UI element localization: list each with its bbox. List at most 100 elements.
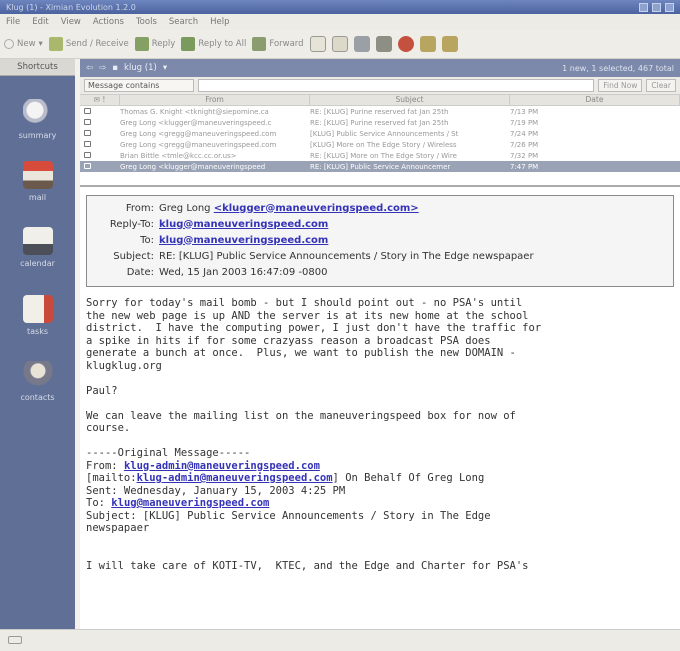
reply-to-link[interactable]: klug@maneuveringspeed.com: [159, 219, 328, 230]
new-message-icon: [4, 38, 14, 49]
send-receive-button[interactable]: Send / Receive: [48, 36, 129, 51]
message-list-header: ✉ ! From Subject Date: [80, 95, 680, 106]
status-column-icon[interactable]: ✉ !: [80, 95, 120, 105]
envelope-icon: [84, 118, 91, 125]
menu-file[interactable]: File: [6, 17, 20, 27]
menu-tools[interactable]: Tools: [136, 17, 157, 27]
mailto-suffix: ] On Behalf Of Greg Long: [332, 472, 485, 484]
message-row[interactable]: Brian Bittle <tmle@kcc.cc.or.us> RE: [KL…: [80, 150, 680, 161]
header-subject: Subject: RE: [KLUG] Public Service Annou…: [97, 248, 663, 264]
calendar-icon: [22, 227, 53, 255]
message-date: 7/13 PM: [510, 107, 539, 116]
shortcuts-sidebar: Shortcuts summary mail calendar tasks co…: [0, 59, 75, 629]
message-subject: [KLUG] More on The Edge Story / Wireless: [310, 140, 457, 149]
message-from: Greg Long <gregg@maneuveringspeed.com: [120, 129, 277, 138]
message-row[interactable]: Greg Long <gregg@maneuveringspeed.com [K…: [80, 139, 680, 150]
sidebar-item-calendar[interactable]: calendar: [0, 227, 75, 268]
folder-name[interactable]: klug (1): [124, 63, 157, 73]
folder-bar: ⇦ ⇨ ▪ klug (1) ▾ 1 new, 1 selected, 467 …: [80, 59, 680, 77]
quoted-to-link[interactable]: klug@maneuveringspeed.com: [111, 497, 269, 509]
mailto-prefix: [mailto:: [86, 472, 137, 484]
find-now-button[interactable]: Find Now: [598, 79, 643, 92]
previous-icon[interactable]: [419, 35, 436, 52]
body-paragraph: We can leave the mailing list on the man…: [86, 409, 516, 435]
forward-label: Forward: [269, 38, 304, 49]
original-message-separator: -----Original Message-----: [86, 447, 251, 459]
menu-view[interactable]: View: [61, 17, 81, 27]
message-from: Greg Long <klugger@maneuveringspeed.c: [120, 118, 272, 127]
quoted-subject: Subject: [KLUG] Public Service Announcem…: [86, 509, 491, 535]
menu-edit[interactable]: Edit: [32, 17, 48, 27]
online-status-icon[interactable]: [8, 636, 22, 644]
sidebar-item-summary[interactable]: summary: [0, 99, 75, 140]
copy-icon[interactable]: [331, 35, 348, 52]
delete-icon[interactable]: [375, 35, 392, 52]
send-receive-label: Send / Receive: [65, 38, 129, 49]
message-date: 7/24 PM: [510, 129, 539, 138]
message-date: 7/19 PM: [510, 118, 539, 127]
date-column-header[interactable]: Date: [510, 95, 680, 105]
close-icon[interactable]: [665, 2, 674, 12]
envelope-icon: [84, 107, 91, 114]
sidebar-item-tasks[interactable]: tasks: [0, 295, 75, 336]
body-paragraph: I will take care of KOTI-TV, KTEC, and t…: [86, 559, 529, 572]
envelope-icon: [84, 140, 91, 147]
forward-button[interactable]: Forward: [252, 36, 304, 51]
search-bar: Message contains Find Now Clear: [80, 77, 680, 95]
reply-all-button[interactable]: Reply to All: [181, 36, 246, 51]
header-to: To: klug@maneuveringspeed.com: [97, 232, 663, 248]
message-row[interactable]: Greg Long <klugger@maneuveringspeed.c RE…: [80, 117, 680, 128]
menu-actions[interactable]: Actions: [93, 17, 124, 27]
search-mode-select[interactable]: Message contains: [84, 79, 194, 92]
quoted-from-label: From:: [86, 459, 124, 472]
from-column-header[interactable]: From: [120, 95, 310, 105]
reply-icon: [134, 36, 149, 51]
search-input[interactable]: [198, 79, 595, 92]
menu-help[interactable]: Help: [210, 17, 229, 27]
message-date: 7/26 PM: [510, 140, 539, 149]
stop-icon[interactable]: [397, 35, 414, 52]
next-icon[interactable]: [441, 35, 458, 52]
menu-search[interactable]: Search: [169, 17, 198, 27]
quoted-from-link[interactable]: klug-admin@maneuveringspeed.com: [124, 460, 320, 472]
reply-to-label: Reply-To:: [109, 218, 154, 230]
forward-arrow-icon[interactable]: ⇨: [99, 63, 106, 73]
quoted-sent: Sent: Wednesday, January 15, 2003 4:25 P…: [86, 484, 346, 497]
message-row[interactable]: Greg Long <gregg@maneuveringspeed.com [K…: [80, 128, 680, 139]
subject-label: Subject:: [113, 250, 154, 262]
subject-column-header[interactable]: Subject: [310, 95, 510, 105]
clear-button[interactable]: Clear: [646, 79, 676, 92]
back-arrow-icon[interactable]: ⇦: [86, 63, 93, 73]
sidebar-item-label: calendar: [20, 259, 55, 268]
message-date: 7:47 PM: [510, 162, 539, 171]
message-date: 7/32 PM: [510, 151, 539, 160]
quoted-to-label: To:: [86, 497, 112, 509]
sidebar-item-label: contacts: [20, 393, 55, 402]
to-link[interactable]: klug@maneuveringspeed.com: [159, 235, 328, 246]
message-subject: RE: [KLUG] More on The Edge Story / Wire: [310, 151, 457, 160]
from-email-link[interactable]: <klugger@maneuveringspeed.com>: [214, 203, 419, 214]
message-from: Greg Long <gregg@maneuveringspeed.com: [120, 140, 277, 149]
new-button[interactable]: New ▾: [4, 38, 43, 49]
print-icon[interactable]: [353, 35, 370, 52]
mailto-link[interactable]: klug-admin@maneuveringspeed.com: [137, 472, 333, 484]
message-row-selected[interactable]: Greg Long <klugger@maneuveringspeed RE: …: [80, 161, 680, 172]
move-icon[interactable]: [309, 35, 326, 52]
envelope-icon: [84, 129, 91, 136]
message-body: Sorry for today's mail bomb - but I shou…: [86, 297, 674, 572]
chevron-down-icon[interactable]: ▾: [39, 39, 43, 49]
envelope-icon: [84, 151, 91, 158]
toolbar: New ▾ Send / Receive Reply Reply to All …: [0, 29, 680, 59]
forward-icon: [252, 36, 267, 51]
maximize-icon[interactable]: [652, 2, 661, 12]
sidebar-item-mail[interactable]: mail: [0, 161, 75, 202]
chevron-down-icon[interactable]: ▾: [163, 63, 167, 73]
shortcuts-header[interactable]: Shortcuts: [0, 59, 75, 76]
minimize-icon[interactable]: [639, 2, 648, 12]
header-reply-to: Reply-To: klug@maneuveringspeed.com: [97, 216, 663, 232]
reply-button[interactable]: Reply: [134, 36, 175, 51]
contacts-icon: [22, 361, 53, 389]
message-row[interactable]: Thomas G. Knight <tknight@siepomine.ca R…: [80, 106, 680, 117]
sidebar-item-contacts[interactable]: contacts: [0, 361, 75, 402]
message-subject: RE: [KLUG] Purine reserved fat Jan 25th: [310, 118, 449, 127]
